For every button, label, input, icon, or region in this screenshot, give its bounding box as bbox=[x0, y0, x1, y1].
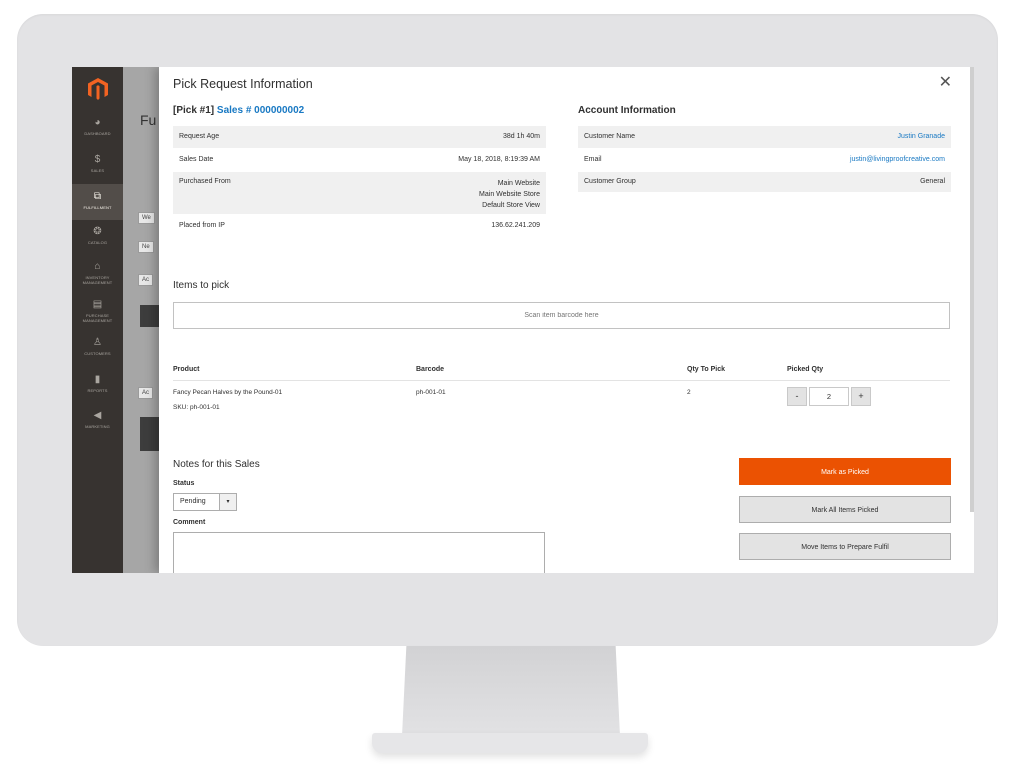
screen: ◕ Dashboard $ Sales ⧉ Fulfillment ❂ Catalog ⌂ Inv… bbox=[72, 67, 974, 573]
dollar-icon: $ bbox=[94, 154, 101, 165]
sidebar-item-label: Reports bbox=[87, 388, 108, 393]
background-chip: Ac bbox=[138, 387, 154, 399]
sidebar-item-catalog[interactable]: ❂ Catalog bbox=[72, 219, 123, 255]
page-title-fragment: Fu bbox=[140, 112, 157, 128]
move-to-prepare-fulfil-button[interactable]: Move Items to Prepare Fulfil bbox=[739, 533, 951, 560]
increment-button[interactable]: + bbox=[851, 387, 871, 406]
warehouse-icon: ⌂ bbox=[94, 261, 101, 272]
dashboard-icon: ◕ bbox=[94, 117, 101, 128]
sidebar-item-fulfillment[interactable]: ⧉ Fulfillment bbox=[72, 184, 123, 220]
status-value: Pending bbox=[180, 498, 206, 505]
product-sku: SKU: ph-001-01 bbox=[173, 404, 220, 411]
admin-sidebar: ◕ Dashboard $ Sales ⧉ Fulfillment ❂ Catalog ⌂ Inv… bbox=[72, 67, 123, 573]
status-select[interactable]: Pending ▾ bbox=[173, 493, 237, 511]
sidebar-item-reports[interactable]: ▮ Reports bbox=[72, 367, 123, 403]
monitor-frame: ◕ Dashboard $ Sales ⧉ Fulfillment ❂ Catalog ⌂ Inv… bbox=[17, 14, 998, 646]
info-label: Request Age bbox=[173, 126, 324, 148]
close-icon[interactable]: ✕ bbox=[939, 75, 952, 91]
info-label: Placed from IP bbox=[179, 222, 225, 229]
status-label: Status bbox=[173, 480, 195, 487]
bar-chart-icon: ▮ bbox=[94, 374, 101, 385]
cube-icon: ❂ bbox=[93, 226, 102, 237]
info-label: Customer Group bbox=[578, 172, 718, 192]
decrement-button[interactable]: - bbox=[787, 387, 807, 406]
info-label: Customer Name bbox=[578, 126, 718, 148]
product-name: Fancy Pecan Halves by the Pound-01 bbox=[173, 389, 283, 396]
info-row: Request Age 38d 1h 40m bbox=[173, 126, 546, 148]
sidebar-item-sales[interactable]: $ Sales bbox=[72, 147, 123, 183]
info-value: Main Website Main Website Store Default … bbox=[323, 172, 546, 214]
items-to-pick-heading: Items to pick bbox=[173, 280, 230, 291]
sidebar-item-label: Inventory Management bbox=[82, 275, 113, 285]
column-header-product: Product bbox=[173, 366, 200, 373]
table-divider bbox=[173, 380, 950, 381]
picked-qty-stepper: - + bbox=[787, 387, 873, 406]
info-value: General bbox=[717, 172, 951, 192]
order-info-table: Request Age 38d 1h 40m Sales Date May 18… bbox=[173, 126, 546, 240]
pick-request-modal: Pick Request Information ✕ [Pick #1] Sal… bbox=[159, 67, 974, 573]
info-row: Customer Group General bbox=[578, 172, 951, 192]
info-value: 136.62.241.209 bbox=[491, 222, 540, 229]
chevron-down-icon: ▾ bbox=[219, 494, 236, 510]
barcode-scan-input[interactable] bbox=[173, 302, 950, 329]
sales-order-link[interactable]: Sales # 000000002 bbox=[217, 105, 304, 116]
info-row: Placed from IP 136.62.241.209 bbox=[173, 214, 546, 240]
background-chip: Ac bbox=[138, 274, 154, 286]
sidebar-item-label: Purchase Management bbox=[82, 313, 113, 323]
sidebar-item-label: Catalog bbox=[87, 240, 108, 245]
info-value: 38d 1h 40m bbox=[323, 126, 546, 148]
sidebar-item-label: Sales bbox=[90, 168, 105, 173]
info-row: Sales Date May 18, 2018, 8:19:39 AM bbox=[173, 148, 546, 172]
info-row: Customer Name Justin Granade bbox=[578, 126, 951, 148]
sidebar-item-label: Marketing bbox=[85, 424, 110, 429]
monitor-stand-base bbox=[372, 733, 648, 753]
info-value-line: Default Store View bbox=[482, 202, 540, 209]
person-icon: ♙ bbox=[93, 337, 102, 348]
product-barcode: ph-001-01 bbox=[416, 389, 446, 396]
pick-heading: [Pick #1] Sales # 000000002 bbox=[173, 105, 304, 116]
info-row: Email justin@livingproofcreative.com bbox=[578, 148, 951, 172]
column-header-picked-qty: Picked Qty bbox=[787, 366, 824, 373]
sidebar-item-label: Dashboard bbox=[84, 131, 111, 136]
boxes-icon: ⧉ bbox=[93, 191, 102, 202]
megaphone-icon: ◀ bbox=[93, 410, 102, 421]
monitor-stand-neck bbox=[402, 646, 620, 736]
mark-as-picked-button[interactable]: Mark as Picked bbox=[739, 458, 951, 485]
customer-name-link[interactable]: Justin Granade bbox=[717, 126, 951, 148]
background-chip: We bbox=[138, 212, 155, 224]
clipboard-icon: ▤ bbox=[92, 299, 103, 310]
column-header-qty-to-pick: Qty To Pick bbox=[687, 366, 725, 373]
sidebar-item-label: Fulfillment bbox=[83, 205, 112, 210]
notes-heading: Notes for this Sales bbox=[173, 459, 260, 470]
picked-qty-input[interactable] bbox=[809, 387, 849, 406]
sidebar-item-purchase-management[interactable]: ▤ Purchase Management bbox=[72, 292, 123, 328]
background-chip: Ne bbox=[138, 241, 154, 253]
sidebar-item-customers[interactable]: ♙ Customers bbox=[72, 330, 123, 366]
account-info-heading: Account Information bbox=[578, 105, 676, 116]
sidebar-item-inventory-management[interactable]: ⌂ Inventory Management bbox=[72, 254, 123, 290]
sidebar-item-dashboard[interactable]: ◕ Dashboard bbox=[72, 110, 123, 146]
info-value: May 18, 2018, 8:19:39 AM bbox=[458, 156, 540, 163]
magento-logo bbox=[88, 78, 108, 100]
customer-email-link[interactable]: justin@livingproofcreative.com bbox=[717, 148, 951, 172]
comment-textarea[interactable] bbox=[173, 532, 545, 573]
account-info-table: Customer Name Justin Granade Email justi… bbox=[578, 126, 951, 192]
modal-scrollbar[interactable] bbox=[970, 67, 974, 512]
sidebar-item-label: Customers bbox=[84, 351, 111, 356]
sidebar-item-marketing[interactable]: ◀ Marketing bbox=[72, 403, 123, 439]
modal-title: Pick Request Information bbox=[173, 77, 313, 91]
pick-number: [Pick #1] bbox=[173, 105, 215, 116]
mark-all-picked-button[interactable]: Mark All Items Picked bbox=[739, 496, 951, 523]
info-label: Sales Date bbox=[179, 156, 214, 163]
info-value-line: Main Website Store bbox=[479, 191, 540, 198]
info-value-line: Main Website bbox=[497, 180, 540, 187]
comment-label: Comment bbox=[173, 519, 206, 526]
qty-to-pick: 2 bbox=[687, 389, 691, 396]
column-header-barcode: Barcode bbox=[416, 366, 445, 373]
info-row: Purchased From Main Website Main Website… bbox=[173, 172, 546, 214]
info-label: Email bbox=[584, 156, 602, 163]
info-label: Purchased From bbox=[173, 172, 324, 214]
